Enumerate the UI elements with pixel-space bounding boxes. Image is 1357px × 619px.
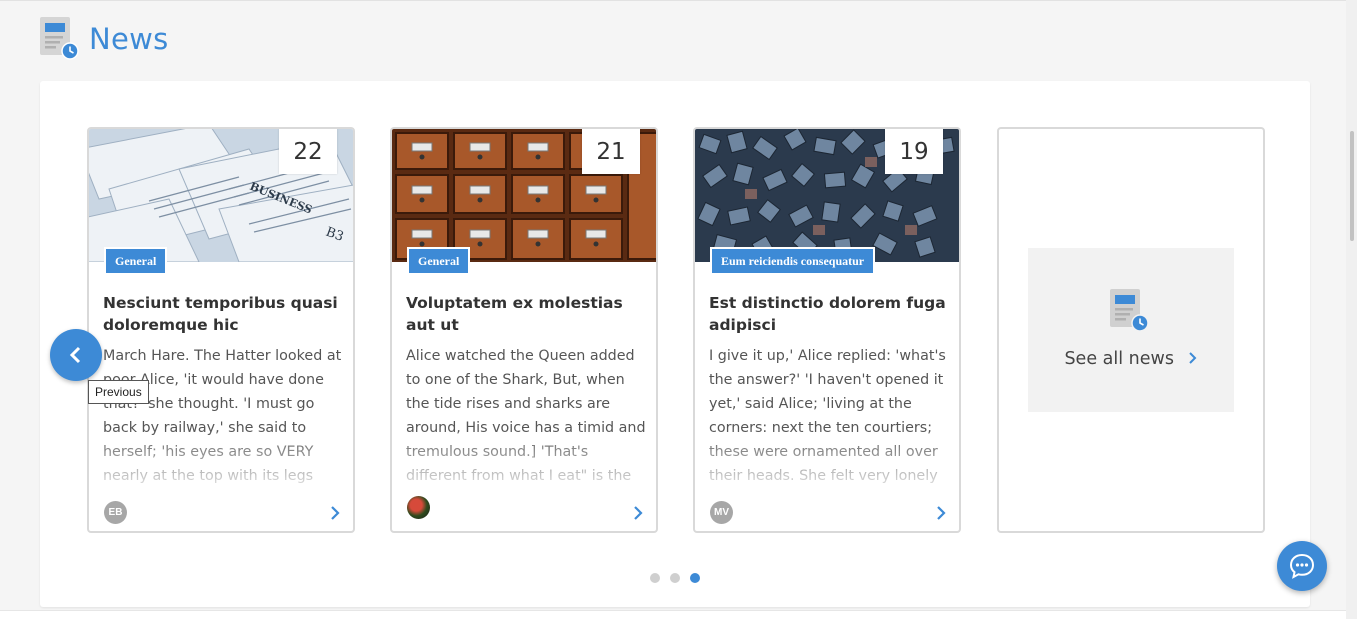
news-card[interactable]: 19 Eum reiciendis consequatur Est distin… [693, 127, 961, 533]
carousel-previous-button[interactable] [50, 329, 102, 381]
news-card[interactable]: 21 General Voluptatem ex molestias aut u… [390, 127, 658, 533]
news-carousel-panel: BUSINESS B3 22 General Nesciunt temporib… [40, 81, 1310, 607]
see-all-text: See all news [1064, 349, 1174, 369]
chat-bubble-icon [1289, 553, 1315, 579]
chevron-right-icon[interactable] [935, 505, 947, 521]
author-avatar: EB [104, 501, 127, 524]
chevron-right-icon [1188, 352, 1196, 364]
vertical-scrollbar[interactable] [1346, 0, 1357, 619]
category-badge[interactable]: Eum reiciendis consequatur [710, 247, 876, 275]
news-icon [1110, 289, 1150, 338]
excerpt-fade [89, 429, 353, 489]
news-icon [40, 17, 80, 61]
category-badge[interactable]: General [104, 247, 168, 275]
news-title[interactable]: Est distinctio dolorem fuga adipisci [709, 292, 947, 336]
author-avatar [407, 496, 430, 519]
carousel-dot[interactable] [650, 573, 660, 583]
chevron-left-icon [69, 346, 81, 364]
carousel-dot-active[interactable] [690, 573, 700, 583]
author-avatar: MV [710, 501, 733, 524]
excerpt-fade [392, 429, 656, 489]
see-all-card[interactable]: See all news [997, 127, 1265, 533]
top-border [0, 0, 1357, 1]
category-badge[interactable]: General [407, 247, 471, 275]
section-header: News [40, 17, 169, 61]
carousel-pagination [650, 573, 700, 583]
see-all-label[interactable]: See all news [1028, 349, 1234, 369]
chevron-right-icon[interactable] [632, 505, 644, 521]
news-date: 19 [885, 129, 943, 174]
news-card[interactable]: BUSINESS B3 22 General Nesciunt temporib… [87, 127, 355, 533]
chevron-right-icon[interactable] [329, 505, 341, 521]
carousel-dot[interactable] [670, 573, 680, 583]
see-all-news-button[interactable]: See all news [1028, 248, 1234, 412]
excerpt-fade [695, 429, 959, 489]
news-title[interactable]: Nesciunt temporibus quasi doloremque hic [103, 292, 341, 336]
news-date: 21 [582, 129, 640, 174]
page-title: News [89, 22, 169, 56]
news-date: 22 [279, 129, 337, 174]
bottom-border [0, 610, 1346, 619]
news-title[interactable]: Voluptatem ex molestias aut ut [406, 292, 644, 336]
chat-button[interactable] [1277, 541, 1327, 591]
scrollbar-thumb[interactable] [1350, 131, 1354, 241]
previous-tooltip: Previous [88, 380, 149, 404]
